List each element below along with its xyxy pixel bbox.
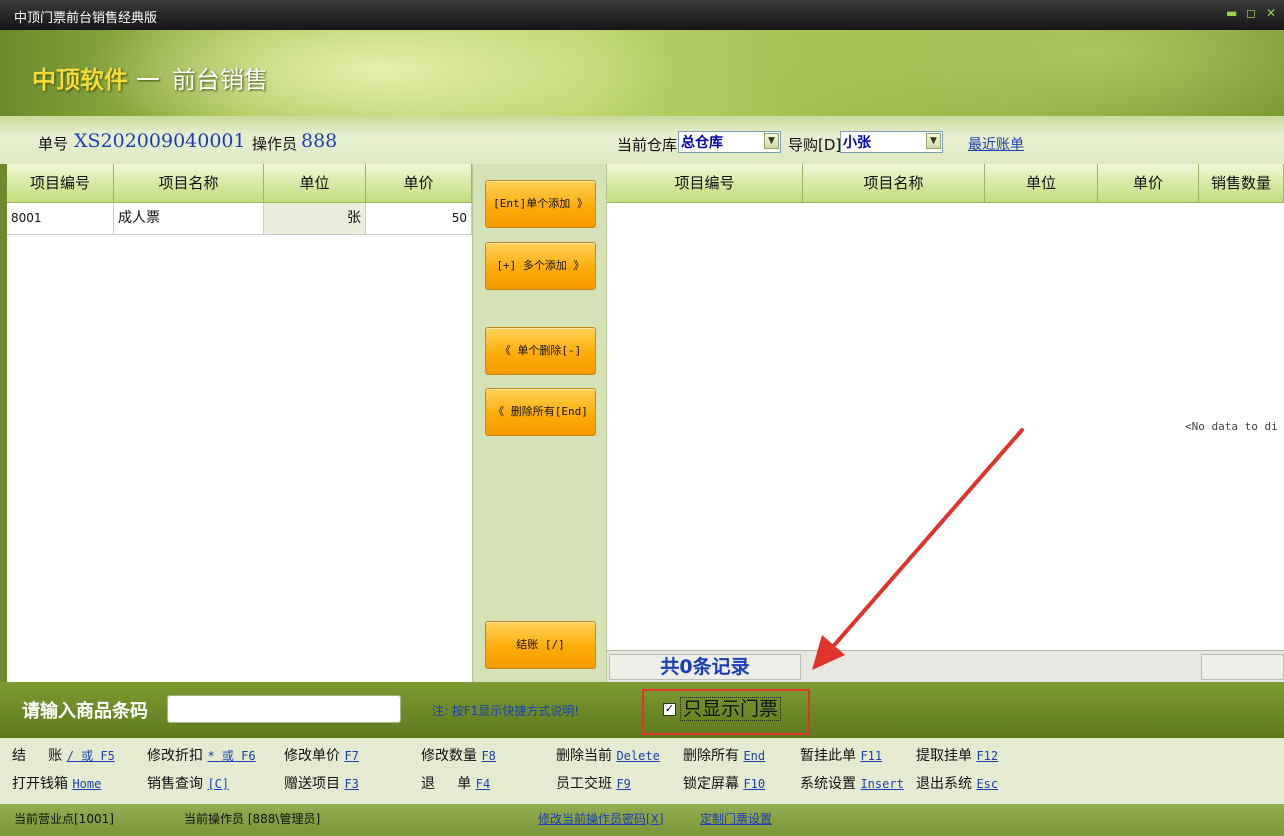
- brand-logo: 中顶软件: [32, 66, 128, 94]
- grid-footer: 共0条记录: [607, 650, 1284, 682]
- shortcut-delete-all[interactable]: 删除所有 End: [683, 745, 765, 765]
- operator-label: 操作员: [252, 135, 298, 153]
- warehouse-label: 当前仓库: [617, 136, 678, 154]
- delete-all-button[interactable]: 《 删除所有[End]: [485, 388, 596, 436]
- col-header-price[interactable]: 单价: [366, 164, 472, 203]
- guide-select[interactable]: 小张 ▼: [840, 131, 943, 153]
- window-title-bar: 中顶门票前台销售经典版 ▬ ◻ ✕: [0, 0, 1284, 30]
- shortcut-sales-query[interactable]: 销售查询 [C]: [147, 773, 229, 793]
- guide-label: 导购[D]: [788, 136, 842, 154]
- window-title: 中顶门票前台销售经典版: [14, 11, 158, 26]
- col-header-item-code[interactable]: 项目编号: [7, 164, 114, 203]
- order-no-label: 单号: [38, 135, 69, 153]
- order-no-value: XS202009040001: [74, 130, 246, 152]
- shortcut-gift-item[interactable]: 赠送项目 F3: [284, 773, 359, 793]
- chevron-down-icon[interactable]: ▼: [926, 133, 941, 149]
- shortcut-checkout[interactable]: 结 账 / 或 F5: [12, 745, 115, 765]
- add-single-button[interactable]: [Ent]单个添加 》: [485, 180, 596, 228]
- shortcut-quantity[interactable]: 修改数量 F8: [421, 745, 496, 765]
- warehouse-value: 总仓库: [681, 135, 723, 151]
- change-password-link[interactable]: 修改当前操作员密码[X]: [538, 810, 664, 827]
- record-count: 共0条记录: [609, 654, 801, 680]
- col-header-item-name[interactable]: 项目名称: [114, 164, 264, 203]
- cell-item-code[interactable]: 8001: [7, 203, 114, 235]
- chevron-down-icon[interactable]: ▼: [764, 133, 779, 149]
- footer-total-cell: [1201, 654, 1284, 680]
- shortcut-panel: 结 账 / 或 F5 修改折扣 * 或 F6 修改单价 F7 修改数量 F8 删…: [0, 738, 1284, 804]
- barcode-label: 请输入商品条码: [22, 701, 148, 722]
- only-tickets-label[interactable]: 只显示门票: [680, 697, 782, 721]
- checkout-button[interactable]: 结账 [/]: [485, 621, 596, 669]
- shortcut-shift-handover[interactable]: 员工交班 F9: [556, 773, 631, 793]
- guide-value: 小张: [843, 135, 871, 151]
- close-icon[interactable]: ✕: [1266, 6, 1276, 20]
- order-info-bar: 单号 XS202009040001 操作员 888 当前仓库 总仓库 ▼ 导购[…: [0, 116, 1284, 164]
- col-header-price[interactable]: 单价: [1098, 164, 1199, 203]
- shortcut-hint: 注: 按F1显示快捷方式说明!: [432, 704, 580, 718]
- barcode-input[interactable]: [167, 695, 401, 723]
- col-header-unit[interactable]: 单位: [985, 164, 1098, 203]
- item-list-grid: 项目编号 项目名称 单位 单价 8001 成人票 张 50: [7, 164, 472, 682]
- barcode-bar: 请输入商品条码 注: 按F1显示快捷方式说明! ✓ 只显示门票: [0, 682, 1284, 738]
- delete-single-button[interactable]: 《 单个删除[-]: [485, 327, 596, 375]
- col-header-sale-qty[interactable]: 销售数量: [1199, 164, 1284, 203]
- minimize-icon[interactable]: ▬: [1226, 6, 1237, 20]
- maximize-icon[interactable]: ◻: [1246, 6, 1256, 20]
- shortcut-retrieve-bill[interactable]: 提取挂单 F12: [916, 745, 998, 765]
- shortcut-hold-bill[interactable]: 暂挂此单 F11: [800, 745, 882, 765]
- shortcut-exit[interactable]: 退出系统 Esc: [916, 773, 998, 793]
- shortcut-delete-current[interactable]: 删除当前 Delete: [556, 745, 660, 765]
- recent-bills-link[interactable]: 最近账单: [968, 134, 1024, 154]
- empty-grid-message: <No data to di: [1185, 420, 1278, 433]
- shortcut-lock-screen[interactable]: 锁定屏幕 F10: [683, 773, 765, 793]
- cell-item-name[interactable]: 成人票: [114, 203, 264, 235]
- col-header-unit[interactable]: 单位: [264, 164, 366, 203]
- page-title: 前台销售: [172, 66, 268, 94]
- shortcut-discount[interactable]: 修改折扣 * 或 F6: [147, 745, 256, 765]
- col-header-item-name[interactable]: 项目名称: [803, 164, 985, 203]
- sale-list-grid: 项目编号 项目名称 单位 单价 销售数量 <No data to di 共0条记…: [607, 164, 1284, 682]
- cell-price[interactable]: 50: [366, 203, 472, 235]
- business-point-status: 当前营业点[1001]: [14, 812, 114, 826]
- action-button-column: [Ent]单个添加 》 [+] 多个添加 》 《 单个删除[-] 《 删除所有[…: [472, 164, 607, 682]
- cell-unit[interactable]: 张: [264, 203, 366, 235]
- shortcut-unit-price[interactable]: 修改单价 F7: [284, 745, 359, 765]
- app-banner: 中顶软件 一 前台销售: [0, 30, 1284, 116]
- operator-value: 888: [301, 130, 338, 152]
- banner-separator: 一: [136, 66, 160, 94]
- warehouse-select[interactable]: 总仓库 ▼: [678, 131, 781, 153]
- only-tickets-checkbox[interactable]: ✓: [663, 703, 676, 716]
- add-multiple-button[interactable]: [+] 多个添加 》: [485, 242, 596, 290]
- shortcut-open-drawer[interactable]: 打开钱箱 Home: [12, 773, 101, 793]
- ticket-settings-link[interactable]: 定制门票设置: [700, 810, 772, 827]
- status-bar: 当前营业点[1001] 当前操作员 [888\管理员] 修改当前操作员密码[X]…: [0, 804, 1284, 836]
- current-operator-status: 当前操作员 [888\管理员]: [184, 812, 321, 826]
- shortcut-refund[interactable]: 退 单 F4: [421, 773, 490, 793]
- col-header-item-code[interactable]: 项目编号: [607, 164, 803, 203]
- shortcut-system-settings[interactable]: 系统设置 Insert: [800, 773, 904, 793]
